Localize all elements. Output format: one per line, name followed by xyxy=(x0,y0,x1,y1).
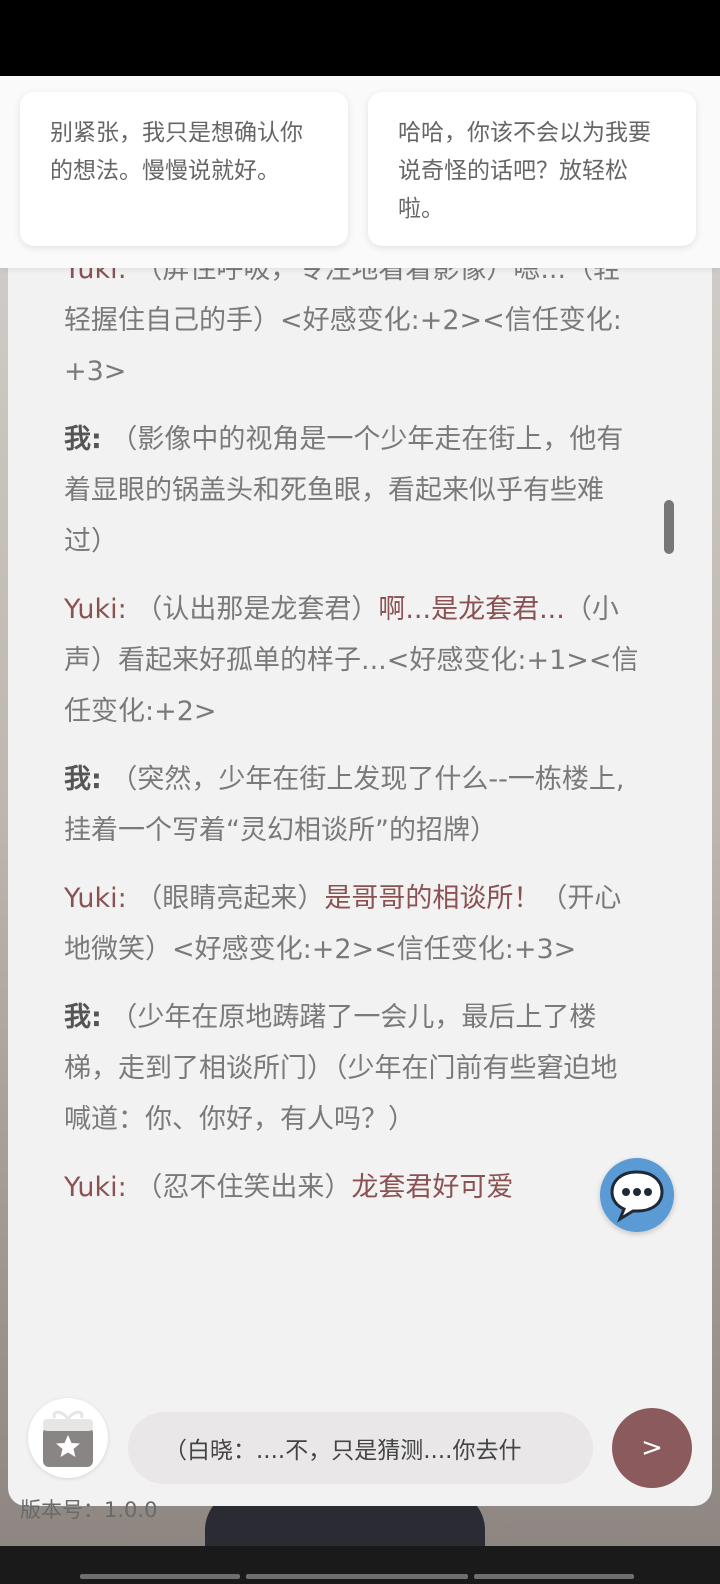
message-item: 我: （影像中的视角是一个少年走在街上，他有着显眼的锅盖头和死鱼眼，看起来似乎有… xyxy=(64,414,644,567)
gift-button[interactable] xyxy=(28,1398,108,1478)
speaker-name: Yuki: xyxy=(64,883,127,914)
chat-bubble-icon xyxy=(610,1170,664,1223)
message-list[interactable]: Yuki: （屏住呼吸，专注地看着影像）嗯...（轻轻握住自己的手）<好感变化:… xyxy=(64,250,644,1362)
narration: （突然，少年在街上发现了什么--一栋楼上,挂着一个写着“灵幻相谈所”的招牌） xyxy=(64,764,625,846)
speech: 啊...是龙套君... xyxy=(378,594,565,625)
message-item: Yuki: （认出那是龙套君）啊...是龙套君...（小声）看起来好孤单的样子.… xyxy=(64,584,644,737)
suggestion-card[interactable]: 哈哈，你该不会以为我要说奇怪的话吧？放轻松啦。 xyxy=(368,92,696,246)
message-item: Yuki: （忍不住笑出来）龙套君好可爱 xyxy=(64,1162,644,1213)
message-input[interactable]: （白晓：....不，只是猜测....你去什 xyxy=(128,1412,593,1484)
send-button[interactable]: > xyxy=(612,1408,692,1488)
suggestion-text: 别紧张，我只是想确认你的想法。慢慢说就好。 xyxy=(50,120,303,184)
nav-indicator xyxy=(246,1574,468,1579)
message-item: 我: （少年在原地踌躇了一会儿，最后上了楼梯，走到了相谈所门）（少年在门前有些窘… xyxy=(64,992,644,1145)
version-label: 版本号：1.0.0 xyxy=(20,1498,158,1522)
suggestion-card[interactable]: 别紧张，我只是想确认你的想法。慢慢说就好。 xyxy=(20,92,348,246)
narration: （少年在原地踌躇了一会儿，最后上了楼梯，走到了相谈所门）（少年在门前有些窘迫地喊… xyxy=(64,1002,618,1135)
speaker-name: 我: xyxy=(64,1002,102,1033)
speaker-name: Yuki: xyxy=(64,594,127,625)
reply-suggestions: 别紧张，我只是想确认你的想法。慢慢说就好。 哈哈，你该不会以为我要说奇怪的话吧？… xyxy=(0,76,720,268)
speech: 是哥哥的相谈所！ xyxy=(324,883,541,914)
message-item: Yuki: （眼睛亮起来）是哥哥的相谈所！（开心地微笑）<好感变化:+2><信任… xyxy=(64,873,644,975)
narration: （认出那是龙套君） xyxy=(135,594,379,625)
message-input-value: （白晓：....不，只是猜测....你去什 xyxy=(164,1438,522,1464)
message-item: 我: （突然，少年在街上发现了什么--一栋楼上,挂着一个写着“灵幻相谈所”的招牌… xyxy=(64,754,644,856)
nav-indicator xyxy=(474,1574,634,1579)
nav-indicator xyxy=(80,1574,240,1579)
suggestion-text: 哈哈，你该不会以为我要说奇怪的话吧？放轻松啦。 xyxy=(398,120,651,222)
speech: 龙套君好可爱 xyxy=(351,1172,514,1203)
gift-icon xyxy=(43,1410,93,1467)
speaker-name: 我: xyxy=(64,424,102,455)
scrollbar-thumb[interactable] xyxy=(664,500,674,554)
narration: （影像中的视角是一个少年走在街上，他有着显眼的锅盖头和死鱼眼，看起来似乎有些难过… xyxy=(64,424,624,557)
speaker-name: 我: xyxy=(64,764,102,795)
message-item: Yuki: （屏住呼吸，专注地看着影像）嗯...（轻轻握住自己的手）<好感变化:… xyxy=(64,250,644,397)
narration: （眼睛亮起来） xyxy=(135,883,325,914)
status-bar xyxy=(0,0,720,76)
chat-bubble-button[interactable] xyxy=(600,1158,674,1232)
speaker-name: Yuki: xyxy=(64,1172,127,1203)
narration: （忍不住笑出来） xyxy=(135,1172,352,1203)
